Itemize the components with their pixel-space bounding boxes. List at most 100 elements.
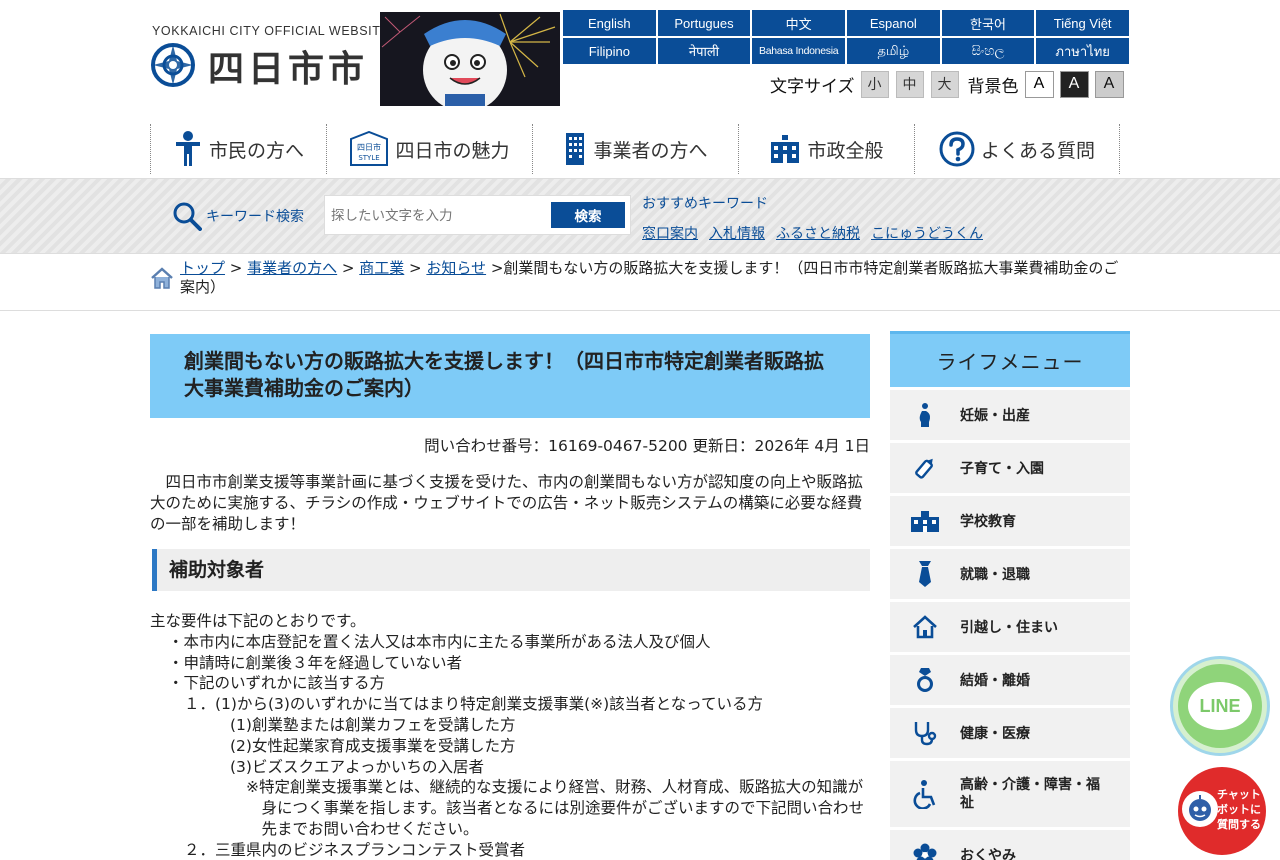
line-button[interactable]: LINE bbox=[1170, 656, 1270, 756]
life-menu-condolences[interactable]: おくやみ bbox=[890, 830, 1130, 860]
requirements-intro: 主な要件は下記のとおりです。 bbox=[150, 612, 366, 630]
life-menu-label: 学校教育 bbox=[960, 514, 1016, 530]
life-menu-label: 引越し・住まい bbox=[960, 620, 1058, 636]
lang-portuguese[interactable]: Portugues bbox=[657, 10, 751, 36]
logo-japanese: 四日市市 bbox=[208, 49, 369, 90]
nav-citizens-label: 市民の方へ bbox=[208, 139, 304, 162]
article: 創業間もない方の販路拡大を支援します！（四日市市特定創業者販路拡大事業費補助金の… bbox=[150, 334, 870, 860]
rec-keyword-link[interactable]: ふるさと納税 bbox=[776, 223, 860, 243]
life-menu-marriage[interactable]: 結婚・離婚 bbox=[890, 655, 1130, 705]
chatbot-button[interactable]: チャット ボットに 質問する bbox=[1178, 767, 1266, 855]
svg-text:STYLE: STYLE bbox=[359, 154, 380, 162]
pregnancy-icon bbox=[890, 402, 960, 428]
bg-gray-button[interactable]: A bbox=[1094, 70, 1124, 98]
breadcrumb-trail: トップ > 事業者の方へ > 商工業 > お知らせ >創業間もない方の販路拡大を… bbox=[180, 259, 1119, 296]
requirement-subitem: (1)創業塾または創業カフェを受講した方 bbox=[230, 715, 516, 734]
lang-spanish[interactable]: Espanol bbox=[846, 10, 940, 36]
svg-text:四日市: 四日市 bbox=[357, 142, 381, 152]
yokkaichi-style-icon: 四日市 STYLE bbox=[349, 131, 389, 167]
wheelchair-icon bbox=[890, 779, 960, 809]
life-menu-label: 子育て・入園 bbox=[960, 461, 1044, 477]
life-menu-moving[interactable]: 引越し・住まい bbox=[890, 602, 1130, 652]
lang-nepali[interactable]: नेपाली bbox=[657, 38, 751, 64]
lang-indonesian[interactable]: Bahasa Indonesia bbox=[752, 38, 845, 64]
font-size-large-button[interactable]: 大 bbox=[930, 70, 959, 98]
life-menu-employment[interactable]: 就職・退職 bbox=[890, 549, 1130, 599]
article-meta: 問い合わせ番号：16169-0467-5200 更新日：2026年 4月 1日 bbox=[424, 437, 870, 455]
font-size-medium-button[interactable]: 中 bbox=[895, 70, 924, 98]
lang-vietnamese[interactable]: Tiếng Việt bbox=[1036, 10, 1129, 36]
bg-white-button[interactable]: A bbox=[1024, 70, 1054, 98]
requirement-subitem: (3)ビズスクエアよっかいちの入居者 bbox=[230, 757, 484, 776]
life-menu-school[interactable]: 学校教育 bbox=[890, 496, 1130, 546]
life-menu-childcare[interactable]: 子育て・入園 bbox=[890, 443, 1130, 493]
chatbot-label-line: 質問する bbox=[1217, 818, 1261, 831]
nav-faq[interactable]: よくある質問 bbox=[914, 124, 1120, 174]
nav-faq-label: よくある質問 bbox=[980, 139, 1095, 162]
lang-tamil[interactable]: தமிழ் bbox=[846, 38, 940, 64]
requirement-subitem: ２．三重県内のビジネスプランコンテスト受賞者 bbox=[184, 840, 526, 859]
article-lead: 四日市市創業支援等事業計画に基づく支援を受けた、市内の創業間もない方が認知度の向… bbox=[150, 473, 864, 533]
life-menu-label: おくやみ bbox=[960, 848, 1016, 860]
keyword-search-text: キーワード検索 bbox=[206, 209, 304, 225]
site-logo[interactable]: YOKKAICHI CITY OFFICIAL WEBSITE 四日市市 bbox=[150, 22, 389, 92]
requirement-note: ※特定創業支援事業とは、継続的な支援により経営、財務、人材育成、販路拡大の知識が… bbox=[150, 777, 870, 839]
lang-english[interactable]: English bbox=[563, 10, 656, 36]
requirement-subitem: (2)女性起業家育成支援事業を受講した方 bbox=[230, 736, 516, 755]
life-menu-health[interactable]: 健康・医療 bbox=[890, 708, 1130, 758]
lang-korean[interactable]: 한국어 bbox=[941, 10, 1035, 36]
breadcrumb-link-business[interactable]: 事業者の方へ bbox=[247, 259, 337, 277]
nav-attractions[interactable]: 四日市 STYLE 四日市の魅力 bbox=[326, 124, 532, 174]
logo-english: YOKKAICHI CITY OFFICIAL WEBSITE bbox=[152, 24, 390, 38]
nav-citizens[interactable]: 市民の方へ bbox=[150, 124, 326, 174]
rec-keyword-link[interactable]: 窓口案内 bbox=[642, 223, 698, 243]
city-emblem-icon bbox=[151, 43, 195, 87]
rec-keyword-link[interactable]: 入札情報 bbox=[709, 223, 765, 243]
nav-business[interactable]: 事業者の方へ bbox=[532, 124, 738, 174]
lang-sinhala[interactable]: සිංහල bbox=[941, 38, 1035, 64]
life-menu-welfare[interactable]: 高齢・介護・障害・福祉 bbox=[890, 761, 1130, 827]
keyword-search-label: キーワード検索 bbox=[172, 201, 304, 231]
life-menu-label: 就職・退職 bbox=[960, 567, 1030, 583]
breadcrumb: トップ > 事業者の方へ > 商工業 > お知らせ >創業間もない方の販路拡大を… bbox=[150, 259, 1130, 305]
chatbot-label-line: ボットに bbox=[1217, 803, 1261, 816]
bg-black-button[interactable]: A bbox=[1059, 70, 1089, 98]
recommended-keywords-title: おすすめキーワード bbox=[642, 196, 768, 212]
requirement-item: ・申請時に創業後３年を経過していない者 bbox=[168, 653, 463, 672]
accessibility-controls: 文字サイズ 小 中 大 背景色 A A A bbox=[770, 70, 1130, 98]
requirement-subitem: １．(1)から(3)のいずれかに当てはまり特定創業支援事業(※)該当者となってい… bbox=[184, 695, 763, 714]
section-heading: 補助対象者 bbox=[152, 549, 870, 591]
chatbot-label: チャット ボットに 質問する bbox=[1216, 787, 1262, 832]
nav-attractions-label: 四日市の魅力 bbox=[395, 139, 510, 162]
house-icon bbox=[890, 615, 960, 639]
rec-keyword-link[interactable]: こにゅうどうくん bbox=[871, 223, 983, 243]
chatbot-label-line: チャット bbox=[1217, 788, 1261, 801]
font-size-small-button[interactable]: 小 bbox=[860, 70, 889, 98]
life-menu-pregnancy[interactable]: 妊娠・出産 bbox=[890, 390, 1130, 440]
language-selector: English Portugues 中文 Espanol 한국어 Tiếng V… bbox=[563, 10, 1129, 64]
lang-thai[interactable]: ภาษาไทย bbox=[1036, 38, 1129, 64]
life-menu-label: 妊娠・出産 bbox=[960, 408, 1030, 424]
lang-chinese[interactable]: 中文 bbox=[752, 10, 845, 36]
nav-city-government[interactable]: 市政全般 bbox=[738, 124, 914, 174]
magnifier-icon bbox=[173, 202, 202, 231]
lang-filipino[interactable]: Filipino bbox=[563, 38, 656, 64]
background-color-label: 背景色 bbox=[967, 76, 1019, 97]
search-button[interactable]: 検索 bbox=[551, 202, 625, 228]
site-header: YOKKAICHI CITY OFFICIAL WEBSITE 四日市市 Eng… bbox=[0, 0, 1280, 118]
stethoscope-icon bbox=[890, 720, 960, 746]
search-input[interactable] bbox=[331, 204, 546, 228]
person-icon bbox=[173, 130, 203, 168]
breadcrumb-link-top[interactable]: トップ bbox=[180, 259, 225, 277]
recommended-keywords: 窓口案内 入札情報 ふるさと納税 こにゅうどうくん bbox=[642, 223, 994, 243]
search-band: キーワード検索 検索 おすすめキーワード 窓口案内 入札情報 ふるさと納税 こに… bbox=[0, 178, 1280, 254]
necktie-icon bbox=[890, 560, 960, 588]
life-menu-label: 結婚・離婚 bbox=[960, 673, 1030, 689]
life-menu: ライフメニュー 妊娠・出産 子育て・入園 学校教育 就職・退職 引越し・住まい … bbox=[890, 331, 1130, 860]
home-icon bbox=[151, 267, 173, 289]
life-menu-label: 高齢・介護・障害・福祉 bbox=[960, 777, 1100, 811]
ring-icon bbox=[890, 667, 960, 693]
city-hall-icon bbox=[769, 134, 801, 164]
breadcrumb-link-commerce[interactable]: 商工業 bbox=[359, 259, 404, 277]
breadcrumb-link-news[interactable]: お知らせ bbox=[426, 259, 486, 277]
